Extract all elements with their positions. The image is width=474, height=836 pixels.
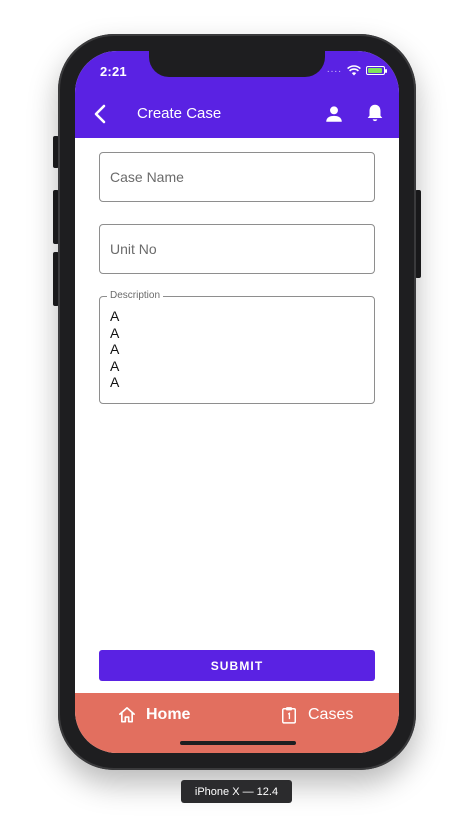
case-name-input[interactable] [100,153,374,201]
description-line: A [110,324,120,341]
status-indicators: .... [326,64,387,76]
case-name-field[interactable] [99,152,375,202]
description-text[interactable]: A A A A A [110,308,119,391]
tab-cases-label: Cases [308,706,354,723]
wifi-icon [347,64,361,75]
tab-home[interactable]: Home [117,703,190,727]
user-icon[interactable] [323,103,345,125]
clipboard-icon [282,707,296,724]
description-line: A [110,374,120,390]
description-label: Description [107,290,164,302]
unit-no-input[interactable] [100,225,374,273]
description-line: A [110,357,120,374]
bell-icon[interactable] [364,102,386,124]
tab-cases[interactable]: Cases [279,703,353,727]
home-icon [119,707,135,723]
notch [149,51,325,77]
description-field[interactable]: Description A A A A A [99,290,375,404]
phone-frame: 2:21 .... Create Case Case Name Unit No … [58,34,416,770]
tab-home-label: Home [146,706,191,723]
home-indicator [180,741,296,745]
description-line: A [110,341,120,357]
page-title: Create Case [137,105,222,122]
unit-no-field[interactable] [99,224,375,274]
device-caption: iPhone X — 12.4 [181,780,292,803]
back-arrow-icon[interactable] [89,102,113,126]
description-line: A [110,308,120,324]
submit-button[interactable]: SUBMIT [99,650,375,681]
status-time: 2:21 [100,64,127,79]
app-screen: 2:21 .... Create Case Case Name Unit No … [75,51,399,753]
battery-icon [366,65,387,75]
signal-icon: .... [326,64,342,75]
